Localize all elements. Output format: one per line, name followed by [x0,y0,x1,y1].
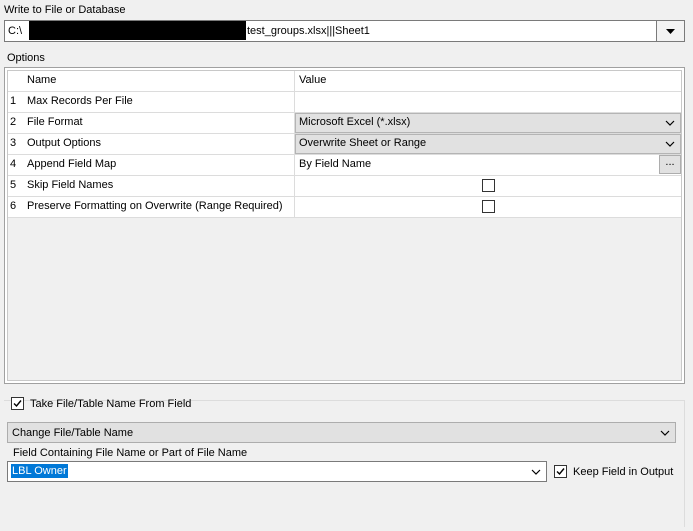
checkmark-icon [556,468,565,476]
redaction-bar [29,21,246,40]
output-options-select[interactable]: Overwrite Sheet or Range [295,134,681,154]
row-number: 2 [10,116,17,128]
path-prefix: C:\ [8,25,23,37]
row-number: 3 [10,137,17,149]
keep-field-label[interactable]: Keep Field in Output [573,465,673,479]
file-format-select[interactable]: Microsoft Excel (*.xlsx) [295,113,681,133]
chevron-down-icon [665,120,675,126]
path-suffix: test_groups.xlsx|||Sheet1 [247,25,370,37]
option-row-append-field-map[interactable]: 4 Append Field Map By Field Name ... [8,155,681,176]
option-name: Max Records Per File [24,92,295,112]
row-number: 4 [10,158,17,170]
row-number: 6 [10,200,17,212]
field-containing-label: Field Containing File Name or Part of Fi… [13,447,248,459]
row-number: 1 [10,95,17,107]
column-header-name: Name [24,71,295,91]
option-row-max-records[interactable]: 1 Max Records Per File [8,92,681,113]
options-grid: Name Value 1 Max Records Per File 2 File… [4,67,685,384]
file-format-value: Microsoft Excel (*.xlsx) [299,116,411,128]
append-field-map-ellipsis-button[interactable]: ... [659,155,681,174]
option-name: Preserve Formatting on Overwrite (Range … [24,197,295,217]
field-select-value: LBL Owner [11,464,68,478]
option-row-output-options[interactable]: 3 Output Options Overwrite Sheet or Rang… [8,134,681,155]
checkmark-icon [13,400,22,408]
column-header-value: Value [299,74,327,86]
preserve-formatting-checkbox[interactable] [482,200,495,213]
keep-field-checkbox[interactable] [554,465,567,478]
max-records-input[interactable] [295,92,681,112]
option-name: Append Field Map [24,155,295,175]
field-select[interactable]: LBL Owner [7,461,547,482]
write-to-label: Write to File or Database [4,4,126,16]
option-row-skip-field-names[interactable]: 5 Skip Field Names [8,176,681,197]
option-row-file-format[interactable]: 2 File Format Microsoft Excel (*.xlsx) [8,113,681,134]
row-number: 5 [10,179,17,191]
grid-header: Name Value [8,71,681,92]
path-dropdown-button[interactable] [657,20,685,42]
change-name-mode-select[interactable]: Change File/Table Name [7,422,676,443]
triangle-down-icon [666,28,675,34]
take-from-field-label[interactable]: Take File/Table Name From Field [30,397,191,411]
append-field-map-value: By Field Name [299,158,372,170]
options-label: Options [7,52,45,64]
option-name: File Format [24,113,295,133]
take-from-field-checkbox[interactable] [11,397,24,410]
skip-field-names-checkbox[interactable] [482,179,495,192]
option-row-preserve-formatting[interactable]: 6 Preserve Formatting on Overwrite (Rang… [8,197,681,218]
options-grid-body: Name Value 1 Max Records Per File 2 File… [7,70,682,381]
chevron-down-icon [665,141,675,147]
option-name: Output Options [24,134,295,154]
chevron-down-icon [660,430,670,436]
change-name-mode-value: Change File/Table Name [12,427,134,439]
output-options-value: Overwrite Sheet or Range [299,137,427,149]
option-name: Skip Field Names [24,176,295,196]
output-path-combo[interactable]: C:\ test_groups.xlsx|||Sheet1 [4,20,657,42]
chevron-down-icon [531,469,541,475]
panel-border-right [684,400,685,527]
